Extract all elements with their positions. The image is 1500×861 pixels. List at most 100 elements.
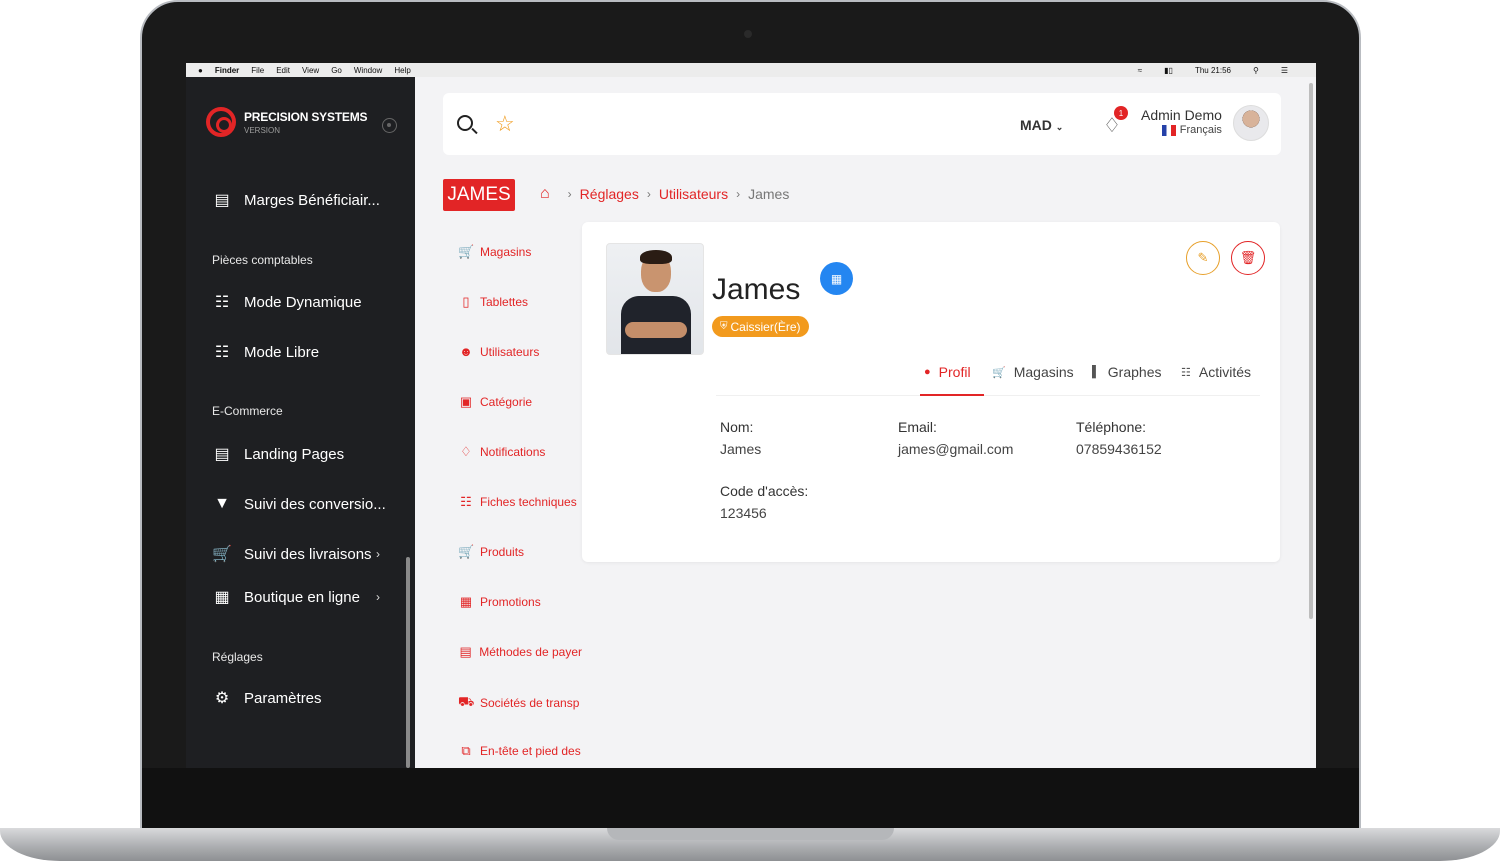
dollar-card-icon: ▤ bbox=[214, 192, 230, 209]
users-icon: ☻ bbox=[459, 344, 473, 359]
submenu-produits[interactable]: 🛒 Produits bbox=[458, 544, 582, 560]
sidebar-item-suivi-livraisons[interactable]: 🛒 Suivi des livraisons › bbox=[212, 544, 380, 564]
bar-chart-icon: ▌ bbox=[1092, 366, 1100, 378]
star-icon[interactable]: ☆ bbox=[495, 111, 515, 137]
breadcrumb-reglages[interactable]: Réglages bbox=[580, 186, 639, 202]
search-icon[interactable] bbox=[457, 115, 473, 131]
field-label: Email: bbox=[898, 419, 937, 435]
sidebar-scrollbar[interactable] bbox=[406, 557, 410, 768]
battery-icon[interactable]: ▮▯ bbox=[1164, 66, 1173, 75]
sidebar-item-mode-libre[interactable]: ☷ Mode Libre bbox=[212, 342, 319, 362]
category-icon: ▣ bbox=[459, 394, 473, 409]
sidebar-item-label: Suivi des livraisons bbox=[244, 545, 372, 563]
submenu-label: En-tête et pied des bbox=[480, 744, 581, 758]
sidebar-item-mode-dynamique[interactable]: ☷ Mode Dynamique bbox=[212, 292, 362, 312]
submenu-promotions[interactable]: ▦ Promotions bbox=[458, 594, 582, 610]
brand-name: PRECISION SYSTEMS bbox=[244, 109, 368, 124]
menubar-clock[interactable]: Thu 21:56 bbox=[1195, 66, 1231, 75]
sidebar-item-suivi-conversions[interactable]: ▼ Suivi des conversio... bbox=[212, 494, 386, 514]
submenu-label: Fiches techniques bbox=[480, 495, 577, 509]
menubar-window[interactable]: Window bbox=[354, 66, 382, 75]
sidebar-item-marges[interactable]: ▤ Marges Bénéficiair... bbox=[212, 190, 379, 210]
sidebar: PRECISION SYSTEMS VERSION ▤ Marges Bénéf… bbox=[186, 77, 415, 768]
chevron-right-icon: › bbox=[736, 187, 741, 201]
tab-label: Profil bbox=[938, 364, 971, 380]
menubar-go[interactable]: Go bbox=[331, 66, 342, 75]
france-flag-icon bbox=[1161, 124, 1176, 136]
language-label: Français bbox=[1179, 124, 1222, 136]
credit-card-icon: ▤ bbox=[459, 644, 472, 659]
sidebar-item-label: Boutique en ligne bbox=[244, 588, 360, 606]
edit-button[interactable]: ✎ bbox=[1186, 241, 1220, 275]
screen: ● Finder File Edit View Go Window Help ≈… bbox=[186, 63, 1316, 768]
clipboard-icon: ☷ bbox=[1181, 366, 1191, 379]
sidebar-item-boutique[interactable]: ▦ Boutique en ligne › bbox=[212, 587, 380, 607]
submenu-label: Utilisateurs bbox=[480, 344, 540, 359]
brand-logo-icon bbox=[206, 107, 236, 137]
submenu-categorie[interactable]: ▣ Catégorie bbox=[458, 394, 582, 410]
home-icon[interactable]: ⌂ bbox=[540, 185, 550, 203]
menubar-edit[interactable]: Edit bbox=[276, 66, 290, 75]
role-label: Caissier(Ère) bbox=[730, 319, 801, 334]
submenu-notifications[interactable]: ♢ Notifications bbox=[458, 444, 582, 460]
submenu-societes-transport[interactable]: ⛟ Sociétés de transp bbox=[458, 694, 582, 712]
field-label: Téléphone: bbox=[1076, 419, 1147, 435]
tab-activites[interactable]: ☷ Activités bbox=[1181, 364, 1251, 380]
camera bbox=[744, 30, 752, 38]
sidebar-toggle-icon[interactable] bbox=[382, 118, 397, 133]
sidebar-item-parametres[interactable]: ⚙ Paramètres bbox=[212, 688, 322, 708]
spotlight-icon[interactable]: ⚲ bbox=[1253, 66, 1259, 75]
chevron-right-icon: › bbox=[567, 187, 572, 201]
field-label: Nom: bbox=[720, 419, 754, 435]
profile-card: James ▦ ⛨ Caissier(Ère) ✎ 🗑 ● Profil 🛒 M… bbox=[582, 222, 1280, 562]
submenu-methodes-paiement[interactable]: ▤ Méthodes de payer bbox=[458, 644, 582, 660]
gift-icon: ▦ bbox=[459, 594, 473, 609]
tablet-icon: ▯ bbox=[462, 294, 470, 309]
page-scrollbar[interactable] bbox=[1309, 83, 1313, 619]
language-select[interactable]: Français bbox=[1141, 124, 1222, 136]
laptop-notch bbox=[607, 828, 894, 840]
submenu-tablettes[interactable]: ▯ Tablettes bbox=[458, 294, 582, 310]
field-value: James bbox=[720, 441, 762, 457]
submenu-fiches-techniques[interactable]: ☷ Fiches techniques bbox=[458, 494, 582, 510]
profile-photo bbox=[606, 243, 704, 355]
submenu-label: Méthodes de payer bbox=[479, 645, 582, 659]
cart-icon: 🛒 bbox=[458, 544, 475, 559]
submenu-entete-pied[interactable]: ⧉ En-tête et pied des bbox=[458, 743, 582, 759]
avatar[interactable] bbox=[1233, 105, 1269, 141]
sidebar-item-label: Paramètres bbox=[244, 689, 322, 707]
currency-select[interactable]: MAD ⌄ bbox=[1020, 117, 1063, 133]
field-value: 07859436152 bbox=[1076, 441, 1162, 457]
menubar-view[interactable]: View bbox=[302, 66, 319, 75]
user-menu[interactable]: Admin Demo Français bbox=[1141, 107, 1222, 136]
chevron-down-icon: ⌄ bbox=[1055, 122, 1064, 132]
truck-icon: ⛟ bbox=[458, 694, 475, 709]
qr-code-button[interactable]: ▦ bbox=[820, 262, 853, 295]
role-badge: ⛨ Caissier(Ère) bbox=[712, 316, 809, 337]
sidebar-section-ecommerce: E-Commerce bbox=[212, 404, 283, 418]
control-center-icon[interactable]: ☰ bbox=[1281, 66, 1288, 75]
trash-icon: 🗑 bbox=[1239, 250, 1257, 265]
menubar-file[interactable]: File bbox=[251, 66, 264, 75]
delete-button[interactable]: 🗑 bbox=[1231, 241, 1265, 275]
wifi-icon[interactable]: ≈ bbox=[1138, 66, 1142, 75]
tab-magasins[interactable]: 🛒 Magasins bbox=[992, 364, 1074, 380]
sidebar-section-reglages: Réglages bbox=[212, 650, 263, 664]
tab-graphes[interactable]: ▌ Graphes bbox=[1092, 364, 1162, 380]
tab-profil[interactable]: ● Profil bbox=[924, 364, 971, 380]
qr-code-icon: ▦ bbox=[830, 271, 843, 286]
breadcrumb-utilisateurs[interactable]: Utilisateurs bbox=[659, 186, 728, 202]
submenu-label: Promotions bbox=[480, 595, 541, 609]
cart-icon: 🛒 bbox=[458, 244, 475, 259]
submenu-utilisateurs[interactable]: ☻ Utilisateurs bbox=[458, 344, 582, 359]
macos-menubar: ● Finder File Edit View Go Window Help ≈… bbox=[186, 63, 1316, 77]
apple-icon[interactable]: ● bbox=[198, 66, 203, 75]
menubar-app[interactable]: Finder bbox=[215, 66, 239, 75]
user-name: Admin Demo bbox=[1141, 107, 1222, 123]
menubar-help[interactable]: Help bbox=[394, 66, 410, 75]
brand[interactable]: PRECISION SYSTEMS VERSION bbox=[206, 107, 367, 137]
submenu-label: Catégorie bbox=[480, 395, 533, 409]
submenu-magasins[interactable]: 🛒 Magasins bbox=[458, 244, 582, 260]
sidebar-item-landing-pages[interactable]: ▤ Landing Pages bbox=[212, 444, 344, 464]
brand-version: VERSION bbox=[244, 125, 281, 135]
